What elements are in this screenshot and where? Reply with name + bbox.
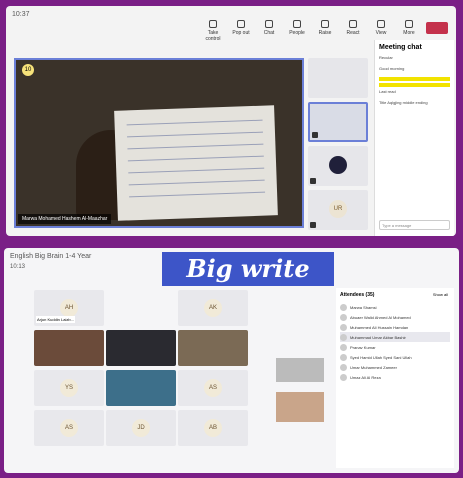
participant-name: Marwa Mohamed Hashem Al-Maazhar <box>18 214 112 224</box>
chat-button[interactable]: Chat <box>258 20 280 42</box>
participant-video[interactable] <box>106 330 176 366</box>
participant-tile[interactable]: AK <box>178 290 248 326</box>
attendee-row[interactable]: Syed Hamid Ullah Syed Sani Ullah <box>340 352 450 362</box>
highlighted-text <box>379 83 450 87</box>
attendee-row[interactable]: Abuaer Walid Ahmed Al Mohamed <box>340 312 450 322</box>
view-button[interactable]: View <box>370 20 392 42</box>
more-icon <box>405 20 413 28</box>
highlighted-text <box>379 77 450 81</box>
control-icon <box>209 20 217 28</box>
show-all-link[interactable]: Show all <box>433 292 448 297</box>
avatar-initials: UR <box>329 200 347 218</box>
participant-count-badge: 10 <box>22 64 34 76</box>
meeting-toolbar: Take control Pop out Chat People Raise R… <box>202 20 448 42</box>
chat-icon <box>265 20 273 28</box>
raise-button[interactable]: Raise <box>314 20 336 42</box>
chat-title: Meeting chat <box>379 44 422 51</box>
mic-icon <box>312 132 318 138</box>
avatar-initials: YS <box>60 379 78 397</box>
take-control-button[interactable]: Take control <box>202 20 224 42</box>
avatar <box>340 363 347 371</box>
people-button[interactable]: People <box>286 20 308 42</box>
people-icon <box>293 20 301 28</box>
avatar-initials: AH <box>60 299 78 317</box>
raise-hand-icon <box>321 20 329 28</box>
window-title: English Big Brain 1-4 Year <box>10 252 92 260</box>
participant-thumb[interactable]: UR <box>308 190 368 230</box>
leave-button[interactable] <box>426 22 448 34</box>
shared-content-thumb[interactable] <box>308 58 368 98</box>
video-rail: UR <box>308 58 370 234</box>
participant-video[interactable] <box>34 330 104 366</box>
attendees-panel: Attendees (35) Show all Marwa Shamsi Abu… <box>336 288 454 468</box>
mic-icon <box>310 178 316 184</box>
attendee-row[interactable]: Umaz Ali Al Reza <box>340 372 450 382</box>
window-time: 10:37 <box>12 10 30 18</box>
react-icon <box>349 20 357 28</box>
top-meeting-window: 10:37 Take control Pop out Chat People R… <box>6 6 456 236</box>
avatar <box>340 303 347 311</box>
participant-tile[interactable]: AS <box>34 410 104 446</box>
avatar-initials: AK <box>204 299 222 317</box>
participant-tile[interactable]: AS <box>178 370 248 406</box>
avatar <box>340 333 347 341</box>
attendee-row[interactable]: Marwa Shamsi <box>340 302 450 312</box>
avatar-initials: AB <box>204 419 222 437</box>
chat-message: Title Aqlgjing middle ending <box>379 100 428 105</box>
avatar <box>340 313 347 321</box>
attendee-row[interactable]: Pranav Kumar <box>340 342 450 352</box>
attendee-row[interactable]: Umar Muhammed Zameer <box>340 362 450 372</box>
avatar <box>340 373 347 381</box>
held-paper <box>114 105 278 221</box>
meeting-chat-panel: Meeting chat Recular Good morning Last r… <box>374 40 454 236</box>
more-button[interactable]: More <box>398 20 420 42</box>
chat-message: Good morning <box>379 66 405 71</box>
participant-thumb[interactable] <box>308 146 368 186</box>
participant-video[interactable] <box>106 370 176 406</box>
participant-tile[interactable]: JD <box>106 410 176 446</box>
react-button[interactable]: React <box>342 20 364 42</box>
popout-icon <box>237 20 245 28</box>
self-preview[interactable] <box>276 358 324 382</box>
attendee-row[interactable]: Muhammed Ali Hussain Hamdan <box>340 322 450 332</box>
big-write-banner: Big write <box>162 252 334 286</box>
attendee-row[interactable]: Muhammad Umar Akbar Bashir <box>340 332 450 342</box>
chat-message: Recular <box>379 55 393 60</box>
window-time: 10:13 <box>10 264 26 270</box>
participant-tile[interactable]: AB <box>178 410 248 446</box>
last-read-marker: Last read <box>379 89 396 94</box>
participant-video[interactable] <box>178 330 248 366</box>
participant-tile[interactable]: YS <box>34 370 104 406</box>
avatar-initials: AS <box>60 419 78 437</box>
presenter-preview[interactable] <box>276 392 324 422</box>
avatar-initials: AS <box>204 379 222 397</box>
avatar <box>329 156 347 174</box>
main-video-stage: 10 Marwa Mohamed Hashem Al-Maazhar <box>14 58 304 228</box>
mic-icon <box>310 222 316 228</box>
tile-label: Arjun Kuddin Laizb... <box>36 316 75 323</box>
chat-input[interactable]: Type a message <box>379 220 450 230</box>
avatar <box>340 343 347 351</box>
view-icon <box>377 20 385 28</box>
avatar <box>340 323 347 331</box>
avatar <box>340 353 347 361</box>
pop-out-button[interactable]: Pop out <box>230 20 252 42</box>
presenter-thumb[interactable] <box>308 102 368 142</box>
avatar-initials: JD <box>132 419 150 437</box>
